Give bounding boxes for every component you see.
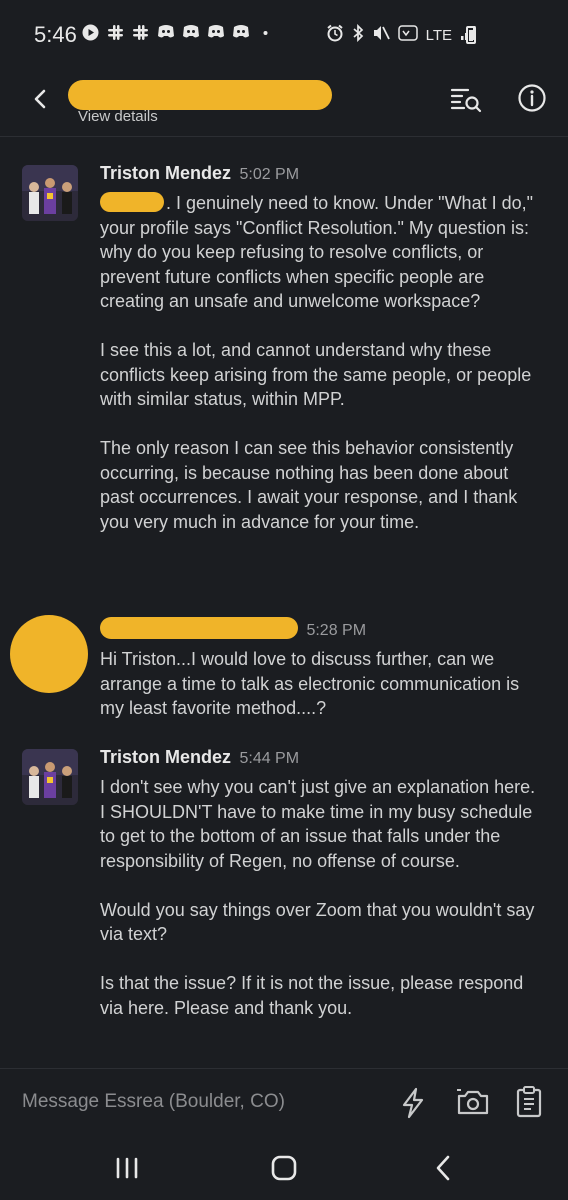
discord-icon: [182, 24, 199, 41]
discord-icon: [157, 24, 174, 41]
message-author-redacted[interactable]: [100, 617, 298, 639]
volte-icon: [397, 24, 418, 47]
message-text: Hi Triston...I would love to discuss fur…: [100, 647, 540, 721]
system-nav-bar: [0, 1140, 568, 1200]
message-header: Triston Mendez 5:02 PM: [100, 163, 299, 187]
message-paragraph: . I genuinely need to know. Under "What …: [100, 191, 540, 314]
bluetooth-icon: [352, 23, 364, 47]
shortcuts-button[interactable]: [398, 1087, 428, 1119]
lightning-icon: [402, 1087, 424, 1119]
avatar[interactable]: [22, 749, 78, 805]
discord-icon: [207, 24, 224, 41]
network-type: LTE: [425, 27, 452, 44]
camera-icon: [457, 1089, 489, 1115]
message-text: I don't see why you can't just give an e…: [100, 775, 540, 1020]
status-time: 5:46: [34, 22, 77, 47]
message-list[interactable]: Triston Mendez 5:02 PM . I genuinely nee…: [0, 137, 568, 1067]
message-paragraph: Is that the issue? If it is not the issu…: [100, 973, 524, 1018]
home-icon: [271, 1155, 297, 1181]
mute-icon: [372, 24, 390, 47]
back-icon: [436, 1155, 450, 1181]
avatar[interactable]: [22, 165, 78, 221]
back-button[interactable]: [26, 84, 56, 114]
chevron-left-icon: [34, 89, 46, 109]
message-time: 5:28 PM: [306, 622, 367, 639]
message-text: . I genuinely need to know. Under "What …: [100, 191, 540, 534]
message-paragraph: Would you say things over Zoom that you …: [100, 899, 535, 945]
notification-icons: [82, 24, 274, 41]
system-back-button[interactable]: [432, 1154, 454, 1182]
home-button[interactable]: [270, 1154, 298, 1182]
alarm-icon: [326, 24, 344, 47]
camera-button[interactable]: [456, 1087, 490, 1117]
message-item[interactable]: Triston Mendez 5:02 PM . I genuinely nee…: [0, 159, 568, 599]
message-header: Triston Mendez 5:44 PM: [100, 747, 299, 771]
message-paragraph: I see this a lot, and cannot understand …: [100, 340, 532, 409]
message-paragraph: I don't see why you can't just give an e…: [100, 777, 536, 871]
slack-icon: [132, 24, 149, 41]
search-in-channel-button[interactable]: [450, 84, 482, 114]
recent-apps-button[interactable]: [114, 1156, 140, 1180]
recent-apps-icon: [116, 1157, 138, 1179]
message-time: 5:44 PM: [239, 750, 300, 767]
message-item[interactable]: Triston Mendez 5:44 PM I don't see why y…: [0, 743, 568, 1053]
message-time: 5:02 PM: [239, 166, 300, 183]
message-item[interactable]: 5:28 PM Hi Triston...I would love to dis…: [0, 615, 568, 725]
info-icon: [518, 84, 546, 112]
list-search-icon: [450, 88, 482, 113]
system-icons: LTE: [326, 23, 478, 47]
message-composer: Message Essrea (Boulder, CO): [0, 1068, 568, 1140]
discord-icon: [232, 24, 249, 41]
view-details-link[interactable]: View details: [78, 108, 158, 125]
dot-icon: [257, 24, 274, 41]
attach-button[interactable]: [514, 1085, 544, 1119]
clipboard-icon: [516, 1086, 542, 1118]
channel-header: View details: [0, 70, 568, 136]
message-paragraph: The only reason I can see this behavior …: [100, 438, 518, 532]
message-author[interactable]: Triston Mendez: [100, 163, 231, 183]
message-input[interactable]: Message Essrea (Boulder, CO): [22, 1091, 285, 1113]
message-header: 5:28 PM: [100, 617, 366, 641]
mention-redacted[interactable]: [100, 192, 164, 212]
channel-info-button[interactable]: [517, 83, 547, 113]
channel-name-redacted[interactable]: [68, 80, 332, 110]
slack-icon: [107, 24, 124, 41]
play-icon: [82, 24, 99, 41]
avatar-redacted[interactable]: [10, 615, 88, 693]
message-author[interactable]: Triston Mendez: [100, 747, 231, 767]
status-bar: 5:46 LTE: [0, 0, 568, 70]
message-paragraph: Hi Triston...I would love to discuss fur…: [100, 649, 520, 718]
battery-icon: [466, 26, 476, 44]
paragraph-text: . I genuinely need to know. Under "What …: [100, 193, 533, 311]
